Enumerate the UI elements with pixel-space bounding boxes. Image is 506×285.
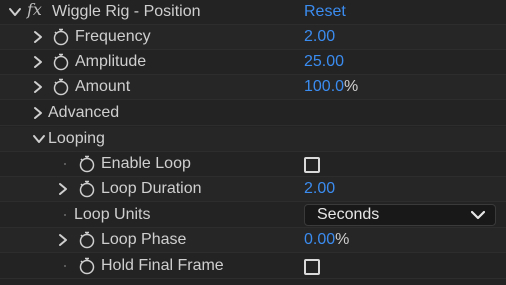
effect-header-row: fx Wiggle Rig - Position Reset	[0, 0, 506, 25]
reset-button[interactable]: Reset	[304, 3, 346, 21]
property-label-loop-duration: Loop Duration	[101, 180, 202, 197]
amount-value[interactable]: 100.0	[304, 78, 344, 95]
hold-final-frame-checkbox[interactable]	[304, 259, 320, 275]
enable-loop-checkbox[interactable]	[304, 157, 320, 173]
tree-dot	[64, 265, 66, 267]
chevron-down-icon	[471, 210, 485, 220]
amplitude-value[interactable]: 25.00	[304, 53, 344, 71]
fx-icon[interactable]: fx	[27, 1, 42, 19]
chevron-right-icon[interactable]	[30, 105, 46, 121]
frequency-value[interactable]: 2.00	[304, 28, 335, 46]
property-row-hold-final-frame: Hold Final Frame	[0, 254, 506, 279]
property-label-hold-final-frame: Hold Final Frame	[101, 257, 224, 274]
property-label-frequency: Frequency	[75, 28, 151, 45]
chevron-right-icon[interactable]	[30, 79, 46, 95]
property-row-loop-units: Loop Units Seconds	[0, 203, 506, 228]
property-label-loop-units: Loop Units	[74, 206, 151, 223]
stopwatch-icon[interactable]	[78, 180, 96, 198]
effect-controls-panel: fx Wiggle Rig - Position Reset Frequency…	[0, 0, 506, 285]
stopwatch-icon[interactable]	[52, 28, 70, 46]
loop-phase-value[interactable]: 0.00	[304, 231, 335, 248]
tree-dot	[64, 214, 66, 216]
amount-unit: %	[344, 78, 359, 95]
group-label-looping[interactable]: Looping	[48, 130, 105, 148]
property-row-frequency: Frequency 2.00	[0, 25, 506, 50]
loop-units-dropdown[interactable]: Seconds	[304, 204, 496, 226]
chevron-down-icon[interactable]	[31, 131, 47, 147]
stopwatch-icon[interactable]	[52, 53, 70, 71]
tree-dot	[64, 163, 66, 165]
property-label-enable-loop: Enable Loop	[101, 155, 191, 172]
chevron-right-icon[interactable]	[30, 29, 46, 45]
property-label-loop-phase: Loop Phase	[101, 231, 187, 248]
amount-value-group: 100.0%	[304, 78, 358, 96]
chevron-right-icon[interactable]	[55, 181, 71, 197]
loop-phase-unit: %	[335, 231, 350, 248]
effect-title: Wiggle Rig - Position	[52, 3, 201, 20]
stopwatch-icon[interactable]	[78, 231, 96, 249]
loop-duration-value[interactable]: 2.00	[304, 180, 335, 198]
group-label-advanced[interactable]: Advanced	[48, 104, 119, 122]
property-row-enable-loop: Enable Loop	[0, 152, 506, 177]
loop-units-selected: Seconds	[317, 206, 380, 223]
property-label-amplitude: Amplitude	[75, 53, 147, 70]
chevron-down-icon[interactable]	[7, 4, 23, 20]
chevron-right-icon[interactable]	[30, 54, 46, 70]
loop-phase-value-group: 0.00%	[304, 231, 349, 249]
stopwatch-icon[interactable]	[52, 78, 70, 96]
property-row-loop-phase: Loop Phase 0.00%	[0, 228, 506, 253]
stopwatch-icon[interactable]	[78, 257, 96, 275]
group-row-advanced[interactable]: Advanced	[0, 101, 506, 126]
property-row-loop-duration: Loop Duration 2.00	[0, 177, 506, 202]
property-label-amount: Amount	[75, 78, 131, 95]
stopwatch-icon[interactable]	[78, 155, 96, 173]
property-row-amplitude: Amplitude 25.00	[0, 50, 506, 75]
group-row-looping[interactable]: Looping	[0, 127, 506, 152]
property-row-amount: Amount 100.0%	[0, 75, 506, 100]
chevron-right-icon[interactable]	[55, 232, 71, 248]
